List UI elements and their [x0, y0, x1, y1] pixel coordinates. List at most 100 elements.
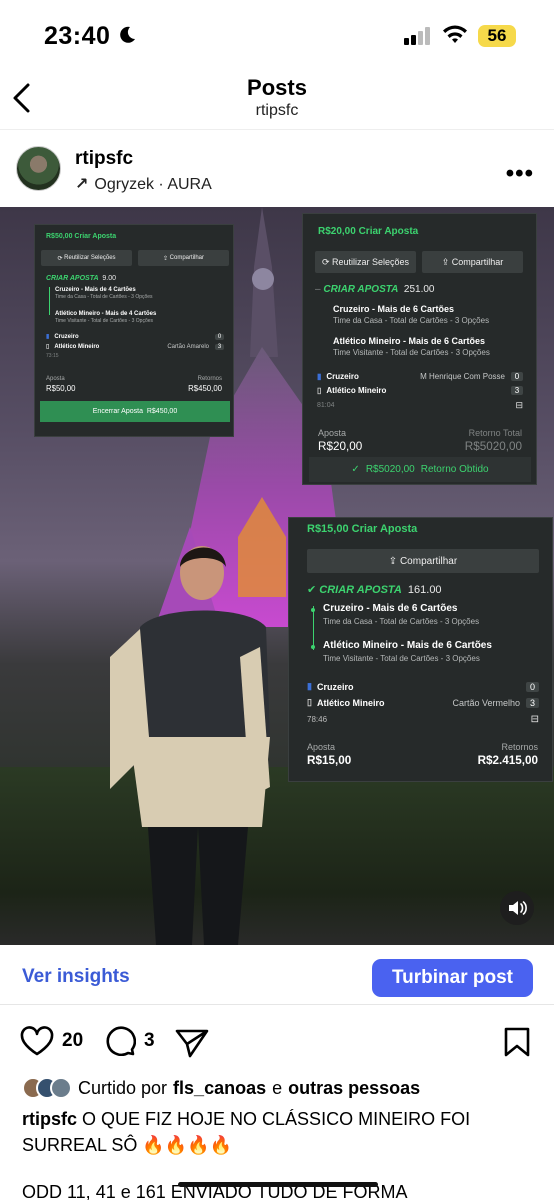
- bet1-reuse-label: Reutilizar Seleções: [64, 255, 116, 261]
- bet2-return-label: Retorno Total: [468, 428, 522, 438]
- bet1-team1-score: 0: [215, 333, 224, 340]
- bet3-share-button[interactable]: ⇪ Compartilhar: [307, 549, 539, 573]
- share-icon: ⇪: [441, 256, 452, 267]
- refresh-icon: ⟳: [57, 255, 65, 262]
- avatar[interactable]: [16, 146, 61, 191]
- bet2-selection-2: Atlético Mineiro - Mais de 6 Cartões Tim…: [333, 336, 490, 357]
- bet1-team2-name: Atlético Mineiro: [54, 343, 100, 350]
- bet1-sel1-desc: Time da Casa - Total de Cartões - 3 Opçõ…: [55, 294, 153, 300]
- refresh-icon: ⟳: [321, 256, 332, 267]
- bet1-stake-value: R$50,00: [46, 384, 76, 393]
- bet2-button-row: ⟳ Reutilizar Seleções ⇪ Compartilhar: [315, 251, 523, 273]
- bet1-reuse-button[interactable]: ⟳ Reutilizar Seleções: [41, 250, 132, 266]
- bet2-share-label: Compartilhar: [451, 257, 504, 267]
- avatar: [50, 1077, 72, 1099]
- battery-indicator: 56: [478, 25, 516, 47]
- bet3-stake: Aposta R$15,00: [307, 742, 351, 767]
- bet2-share-button[interactable]: ⇪ Compartilhar: [422, 251, 523, 273]
- bet3-clock: 78:46: [307, 715, 328, 724]
- bet2-team1-score: 0: [511, 372, 523, 381]
- bet1-team1-name: Cruzeiro: [54, 333, 79, 340]
- bet2-return: Retorno Total R$5020,00: [465, 428, 522, 453]
- status-bar: 23:40 56: [0, 0, 554, 70]
- home-indicator: [178, 1182, 378, 1187]
- send-icon[interactable]: [175, 1028, 209, 1058]
- bet3-dot-2: [311, 645, 315, 649]
- bet1-return-label: Retornos: [197, 376, 222, 382]
- bet3-cria: CRIAR APOSTA: [319, 584, 402, 596]
- post-image[interactable]: R$50,00 Criar Aposta ⟳ Reutilizar Seleçõ…: [0, 207, 554, 945]
- bet1-stake: Aposta R$50,00: [46, 376, 75, 393]
- share-icon: ⇪: [388, 555, 400, 567]
- shirt-icon: ▮: [46, 334, 50, 340]
- bet2-odd: 251.00: [403, 284, 435, 295]
- post-music[interactable]: ↗ Ogryzek · AURA: [75, 174, 212, 194]
- bet3-return: Retornos R$2.415,00: [478, 742, 538, 767]
- bet1-team2: ▯ Atlético Mineiro: [46, 343, 100, 351]
- comment-action[interactable]: 3: [104, 1026, 155, 1056]
- comment-icon: [106, 1026, 136, 1056]
- bet2-title: R$20,00 Criar Aposta: [318, 226, 419, 237]
- page-title: Posts: [247, 75, 307, 100]
- status-time: 23:40: [44, 22, 111, 50]
- page-subtitle: rtipsfc: [255, 102, 299, 119]
- bet2-sel1-title: Cruzeiro - Mais de 6 Cartões: [333, 304, 455, 314]
- bet3-share-label: Compartilhar: [399, 555, 458, 567]
- liked-by-others[interactable]: outras pessoas: [288, 1078, 420, 1099]
- bet2-reuse-button[interactable]: ⟳ Reutilizar Seleções: [315, 251, 416, 273]
- bet1-share-label: Compartilhar: [169, 255, 205, 261]
- pitch-icon: ⊟: [515, 400, 523, 410]
- sound-on-icon[interactable]: [500, 891, 534, 925]
- wifi-icon: [443, 25, 467, 43]
- bet1-cashout-button[interactable]: Encerrar Aposta R$450,00: [40, 401, 230, 422]
- bet3-selection-2: Atlético Mineiro - Mais de 6 Cartões Tim…: [323, 640, 492, 663]
- bet1-return: Retornos R$450,00: [188, 376, 222, 393]
- bet2-team2-name: Atlético Mineiro: [326, 386, 387, 395]
- bet3-team1-score: 0: [526, 681, 539, 692]
- bet3-team1: ▮ Cruzeiro: [307, 681, 353, 692]
- bet1-clock: 73:15: [46, 353, 59, 359]
- liked-by-row[interactable]: Curtido por fls_canoas e outras pessoas: [22, 1077, 420, 1099]
- bet1-team2-score: 3: [215, 343, 224, 350]
- arrow-up-right-icon: ↗: [75, 176, 89, 193]
- bet3-odd: 161.00: [407, 584, 442, 596]
- view-insights-link[interactable]: Ver insights: [22, 966, 130, 988]
- bet2-return-value: R$5020,00: [464, 440, 522, 453]
- liker-avatars: [22, 1077, 72, 1099]
- bet2-stake-label: Aposta: [318, 428, 347, 438]
- bet3-stake-value: R$15,00: [307, 754, 352, 767]
- shirt-icon: ▯: [317, 386, 322, 395]
- bet2-sel2-title: Atlético Mineiro - Mais de 6 Cartões: [333, 336, 486, 346]
- bookmark-icon[interactable]: [504, 1027, 530, 1057]
- bet3-sel2-title: Atlético Mineiro - Mais de 6 Cartões: [323, 640, 492, 651]
- grass-ground: [0, 767, 554, 945]
- bet-card-1: R$50,00 Criar Aposta ⟳ Reutilizar Seleçõ…: [34, 224, 234, 437]
- post-header: rtipsfc ↗ Ogryzek · AURA •••: [0, 140, 554, 202]
- bet1-cashout-label: Encerrar Aposta: [92, 408, 143, 415]
- like-count: 20: [62, 1030, 84, 1051]
- bet1-share-button[interactable]: ⇪ Compartilhar: [138, 250, 229, 266]
- share-icon: ⇪: [162, 255, 170, 262]
- post-username[interactable]: rtipsfc: [75, 148, 133, 170]
- bet1-cashout-value: R$450,00: [146, 408, 178, 415]
- bet2-team2-score: 3: [511, 386, 523, 395]
- heart-icon: [20, 1026, 54, 1056]
- bet3-stake-label: Aposta: [307, 742, 336, 752]
- like-action[interactable]: 20: [20, 1026, 83, 1056]
- more-options-icon[interactable]: •••: [506, 160, 534, 188]
- liked-by-user[interactable]: fls_canoas: [173, 1078, 266, 1099]
- check-circle-icon: ✔: [307, 584, 320, 596]
- bet1-sel2-desc: Time Visitante - Total de Cartões - 3 Op…: [55, 318, 154, 324]
- bet3-line: [313, 606, 314, 650]
- bet2-obtained-value: R$5020,00: [365, 464, 415, 475]
- bet1-line: [49, 287, 50, 315]
- bet2-sel2-desc: Time Visitante - Total de Cartões - 3 Op…: [333, 348, 490, 357]
- bet2-reuse-label: Reutilizar Seleções: [332, 257, 410, 267]
- bet1-stake-label: Aposta: [46, 376, 65, 382]
- bet1-team2-event: Cartão Amarelo: [167, 343, 209, 350]
- bet3-title: R$15,00 Criar Aposta: [307, 523, 418, 535]
- boost-post-button[interactable]: Turbinar post: [372, 959, 533, 997]
- liked-by-prefix: Curtido por: [78, 1077, 168, 1098]
- bet3-sel2-desc: Time Visitante - Total de Cartões - 3 Op…: [323, 654, 480, 663]
- caption-username[interactable]: rtipsfc: [22, 1109, 77, 1129]
